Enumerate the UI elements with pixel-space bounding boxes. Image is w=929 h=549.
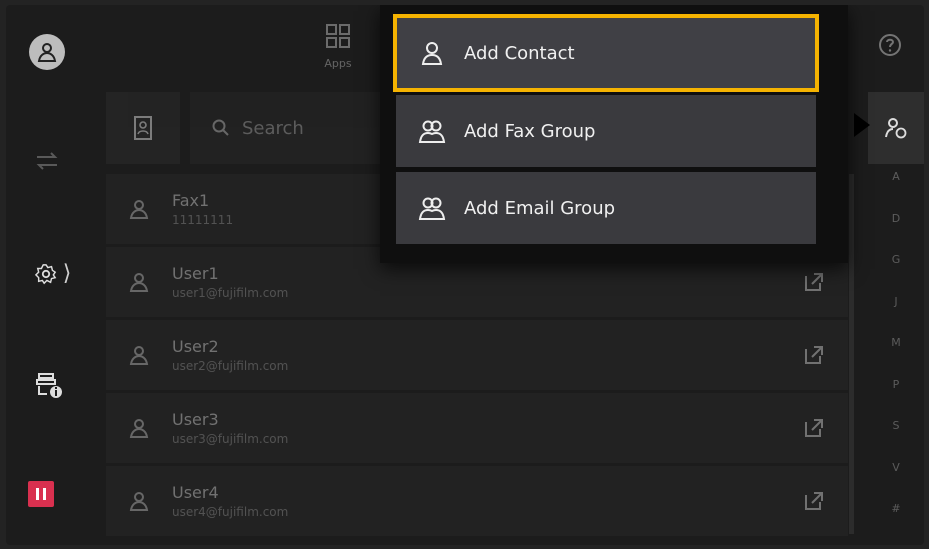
- menu-item-add-contact[interactable]: Add Contact: [393, 14, 819, 92]
- contact-name: User4: [172, 483, 219, 502]
- menu-item-label: Add Contact: [464, 42, 575, 64]
- open-external-icon[interactable]: [802, 489, 826, 513]
- menu-pointer: [854, 113, 870, 137]
- transfer-icon[interactable]: [34, 148, 60, 174]
- contact-name: User3: [172, 410, 219, 429]
- search-input[interactable]: Search: [190, 92, 390, 164]
- person-icon: [129, 200, 149, 219]
- apps-grid-icon: [326, 24, 350, 48]
- contact-row-user3[interactable]: User3 user3@fujifilm.com: [106, 393, 848, 463]
- add-contact-menu-button[interactable]: [868, 92, 924, 164]
- settings-button[interactable]: ⟩: [28, 259, 78, 289]
- group-icon: [418, 197, 446, 220]
- alphabet-index[interactable]: A D G J M P S V #: [881, 170, 911, 544]
- alpha-index-hash[interactable]: #: [881, 502, 911, 544]
- list-scrollbar[interactable]: [849, 174, 854, 534]
- contact-detail: user3@fujifilm.com: [172, 432, 289, 446]
- alpha-index-d[interactable]: D: [881, 212, 911, 254]
- group-icon: [418, 120, 446, 143]
- add-person-icon: [885, 118, 907, 139]
- address-book-icon: [134, 116, 152, 140]
- printer-info-icon: [36, 373, 62, 398]
- person-icon: [129, 419, 149, 438]
- alpha-index-p[interactable]: P: [881, 378, 911, 420]
- person-icon: [129, 346, 149, 365]
- pause-button[interactable]: [28, 481, 54, 507]
- screen: ⟩ Apps Search Fax1 11111111 User1 user1@…: [6, 5, 924, 545]
- address-book-button[interactable]: [106, 92, 180, 164]
- printer-info-button[interactable]: [30, 365, 70, 405]
- person-icon: [129, 273, 149, 292]
- apps-button[interactable]: Apps: [308, 23, 368, 83]
- contact-detail: user2@fujifilm.com: [172, 359, 289, 373]
- chevron-right-icon: ⟩: [62, 261, 72, 286]
- contact-detail: 11111111: [172, 213, 234, 227]
- alpha-index-v[interactable]: V: [881, 461, 911, 503]
- contact-row-user2[interactable]: User2 user2@fujifilm.com: [106, 320, 848, 390]
- menu-item-add-fax-group[interactable]: Add Fax Group: [396, 95, 816, 167]
- open-external-icon[interactable]: [802, 270, 826, 294]
- contact-row-user4[interactable]: User4 user4@fujifilm.com: [106, 466, 848, 536]
- menu-item-label: Add Email Group: [464, 197, 616, 219]
- menu-item-label: Add Fax Group: [464, 120, 596, 142]
- person-icon: [129, 492, 149, 511]
- alpha-index-m[interactable]: M: [881, 336, 911, 378]
- search-icon: [212, 119, 229, 136]
- add-menu-popup: Add Contact Add Fax Group Add Email Grou…: [380, 5, 848, 263]
- person-icon: [421, 42, 443, 65]
- alpha-index-a[interactable]: A: [881, 170, 911, 212]
- alpha-index-g[interactable]: G: [881, 253, 911, 295]
- open-external-icon[interactable]: [802, 416, 826, 440]
- contact-name: User1: [172, 264, 219, 283]
- contact-name: User2: [172, 337, 219, 356]
- alpha-index-j[interactable]: J: [881, 295, 911, 337]
- contact-detail: user1@fujifilm.com: [172, 286, 289, 300]
- user-avatar-icon[interactable]: [29, 34, 65, 70]
- alpha-index-s[interactable]: S: [881, 419, 911, 461]
- pause-icon: [36, 488, 46, 500]
- contact-name: Fax1: [172, 191, 210, 210]
- contact-detail: user4@fujifilm.com: [172, 505, 289, 519]
- left-nav: ⟩: [6, 5, 98, 545]
- open-external-icon[interactable]: [802, 343, 826, 367]
- apps-label: Apps: [324, 57, 352, 70]
- gear-icon: [34, 264, 57, 285]
- help-icon[interactable]: [878, 33, 902, 57]
- menu-item-add-email-group[interactable]: Add Email Group: [396, 172, 816, 244]
- search-placeholder: Search: [242, 117, 304, 139]
